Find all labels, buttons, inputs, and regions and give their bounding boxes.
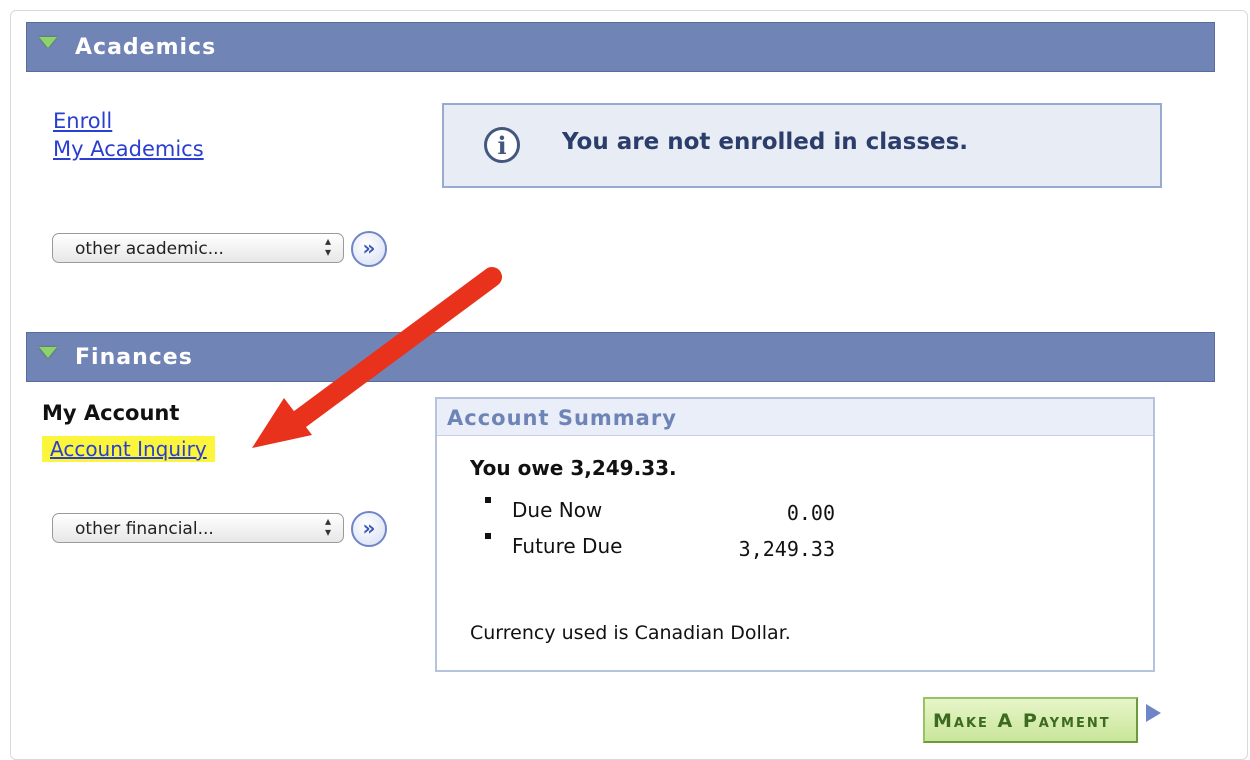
future-due-value: 3,249.33 [738, 537, 835, 561]
my-account-heading: My Account [42, 401, 180, 425]
not-enrolled-message: i You are not enrolled in classes. [442, 103, 1162, 188]
other-academic-select[interactable]: other academic... ▴ ▾ [52, 233, 344, 263]
account-summary-panel: Account Summary You owe 3,249.33. Due No… [435, 397, 1155, 672]
academics-header[interactable]: Academics [26, 22, 1215, 72]
info-icon: i [484, 127, 520, 163]
amount-owed: You owe 3,249.33. [470, 456, 677, 480]
currency-note: Currency used is Canadian Dollar. [470, 622, 791, 644]
bullet-icon [485, 497, 491, 503]
double-chevron-right-icon: » [362, 516, 376, 540]
finances-title: Finances [75, 345, 193, 370]
due-now-value: 0.00 [786, 501, 835, 525]
triangle-right-icon[interactable] [1146, 704, 1161, 722]
select-arrows-icon: ▴ ▾ [324, 514, 331, 539]
academics-title: Academics [75, 35, 217, 60]
future-due-label: Future Due [512, 534, 623, 558]
go-financial-button[interactable]: » [351, 511, 387, 547]
finances-header[interactable]: Finances [26, 332, 1215, 382]
my-academics-link[interactable]: My Academics [53, 137, 204, 161]
go-academic-button[interactable]: » [351, 231, 387, 267]
triangle-down-icon[interactable] [39, 37, 57, 48]
select-arrows-icon: ▴ ▾ [324, 234, 331, 259]
account-inquiry-link[interactable]: Account Inquiry [42, 436, 215, 462]
account-summary-header: Account Summary [437, 399, 1153, 436]
double-chevron-right-icon: » [362, 236, 376, 260]
triangle-down-icon[interactable] [39, 347, 57, 358]
other-financial-select[interactable]: other financial... ▴ ▾ [52, 513, 344, 543]
other-academic-select-value: other academic... [75, 239, 224, 259]
make-a-payment-label: Make A Payment [933, 710, 1111, 732]
other-financial-select-value: other financial... [75, 519, 214, 539]
bullet-icon [485, 533, 491, 539]
account-summary-title: Account Summary [447, 406, 677, 430]
make-a-payment-button[interactable]: Make A Payment [923, 697, 1138, 743]
due-now-label: Due Now [512, 498, 603, 522]
enroll-link[interactable]: Enroll [53, 109, 112, 133]
info-message-text: You are not enrolled in classes. [562, 129, 969, 155]
